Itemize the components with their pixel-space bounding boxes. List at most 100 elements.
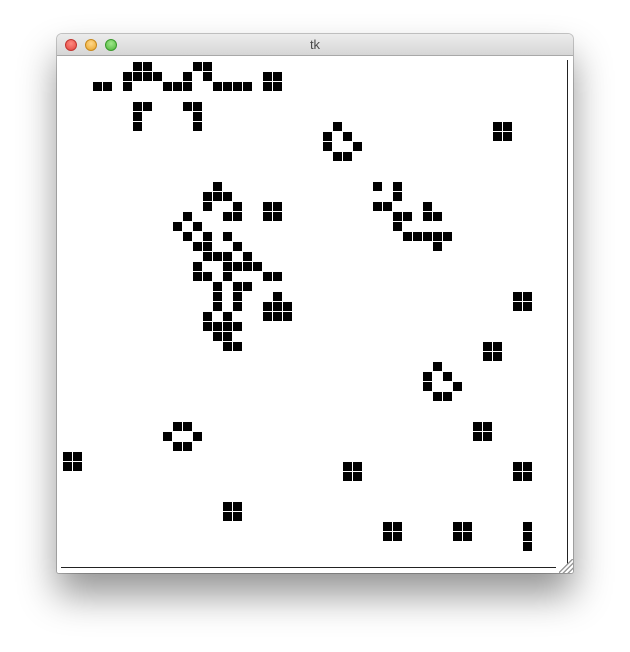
live-cell bbox=[213, 252, 222, 261]
live-cell bbox=[473, 432, 482, 441]
live-cell bbox=[383, 202, 392, 211]
live-cell bbox=[183, 422, 192, 431]
live-cell bbox=[173, 82, 182, 91]
live-cell bbox=[383, 532, 392, 541]
live-cell bbox=[133, 102, 142, 111]
live-cell bbox=[393, 182, 402, 191]
live-cell bbox=[273, 202, 282, 211]
live-cell bbox=[263, 272, 272, 281]
live-cell bbox=[483, 432, 492, 441]
resize-grip-icon[interactable] bbox=[559, 559, 573, 573]
live-cell bbox=[493, 122, 502, 131]
live-cell bbox=[393, 532, 402, 541]
live-cell bbox=[213, 182, 222, 191]
live-cell bbox=[433, 242, 442, 251]
live-cell bbox=[393, 212, 402, 221]
live-cell bbox=[233, 82, 242, 91]
live-cell bbox=[443, 392, 452, 401]
live-cell bbox=[393, 192, 402, 201]
live-cell bbox=[203, 202, 212, 211]
live-cell bbox=[193, 102, 202, 111]
live-cell bbox=[443, 232, 452, 241]
live-cell bbox=[453, 382, 462, 391]
live-cell bbox=[203, 252, 212, 261]
live-cell bbox=[193, 272, 202, 281]
live-cell bbox=[233, 212, 242, 221]
live-cell bbox=[413, 232, 422, 241]
live-cell bbox=[223, 252, 232, 261]
live-cell bbox=[373, 182, 382, 191]
live-cell bbox=[203, 192, 212, 201]
live-cell bbox=[193, 62, 202, 71]
live-cell bbox=[243, 82, 252, 91]
live-cell bbox=[243, 282, 252, 291]
live-cell bbox=[433, 212, 442, 221]
live-cell bbox=[353, 142, 362, 151]
live-cell bbox=[333, 152, 342, 161]
live-cell bbox=[233, 342, 242, 351]
live-cell bbox=[323, 142, 332, 151]
live-cell bbox=[263, 202, 272, 211]
live-cell bbox=[263, 302, 272, 311]
title-bar[interactable]: tk bbox=[57, 34, 573, 56]
live-cell bbox=[203, 62, 212, 71]
live-cell bbox=[273, 292, 282, 301]
live-cell bbox=[423, 372, 432, 381]
live-cell bbox=[283, 302, 292, 311]
live-cell bbox=[213, 82, 222, 91]
live-cell bbox=[213, 322, 222, 331]
window-title: tk bbox=[309, 37, 321, 52]
live-cell bbox=[243, 262, 252, 271]
live-cell bbox=[243, 252, 252, 261]
live-cell bbox=[343, 462, 352, 471]
live-cell bbox=[503, 132, 512, 141]
live-cell bbox=[153, 72, 162, 81]
live-cell bbox=[493, 132, 502, 141]
live-cell bbox=[143, 102, 152, 111]
horizontal-scrollbar[interactable] bbox=[61, 567, 556, 568]
live-cell bbox=[183, 232, 192, 241]
live-cell bbox=[63, 462, 72, 471]
live-cell bbox=[133, 62, 142, 71]
live-cell bbox=[203, 232, 212, 241]
live-cell bbox=[163, 82, 172, 91]
live-cell bbox=[523, 302, 532, 311]
live-cell bbox=[173, 442, 182, 451]
live-cell bbox=[133, 72, 142, 81]
live-cell bbox=[423, 202, 432, 211]
live-cell bbox=[143, 72, 152, 81]
live-cell bbox=[473, 422, 482, 431]
live-cell bbox=[223, 212, 232, 221]
live-cell bbox=[203, 72, 212, 81]
live-cell bbox=[503, 122, 512, 131]
live-cell bbox=[423, 212, 432, 221]
live-cell bbox=[353, 472, 362, 481]
live-cell bbox=[433, 392, 442, 401]
live-cell bbox=[203, 322, 212, 331]
live-cell bbox=[463, 532, 472, 541]
live-cell bbox=[123, 72, 132, 81]
live-cell bbox=[233, 292, 242, 301]
live-cell bbox=[263, 212, 272, 221]
live-cell bbox=[73, 462, 82, 471]
vertical-scrollbar[interactable] bbox=[567, 60, 568, 565]
live-cell bbox=[193, 122, 202, 131]
live-cell bbox=[223, 82, 232, 91]
live-cell bbox=[223, 512, 232, 521]
live-cell bbox=[193, 242, 202, 251]
live-cell bbox=[463, 522, 472, 531]
live-cell bbox=[523, 542, 532, 551]
live-cell bbox=[193, 112, 202, 121]
live-cell bbox=[453, 522, 462, 531]
live-cell bbox=[343, 472, 352, 481]
live-cell bbox=[483, 352, 492, 361]
live-cell bbox=[223, 272, 232, 281]
live-cell bbox=[173, 422, 182, 431]
live-cell bbox=[493, 352, 502, 361]
life-canvas[interactable] bbox=[57, 56, 573, 573]
live-cell bbox=[433, 232, 442, 241]
live-cell bbox=[213, 282, 222, 291]
live-cell bbox=[263, 72, 272, 81]
live-cell bbox=[423, 232, 432, 241]
live-cell bbox=[183, 442, 192, 451]
